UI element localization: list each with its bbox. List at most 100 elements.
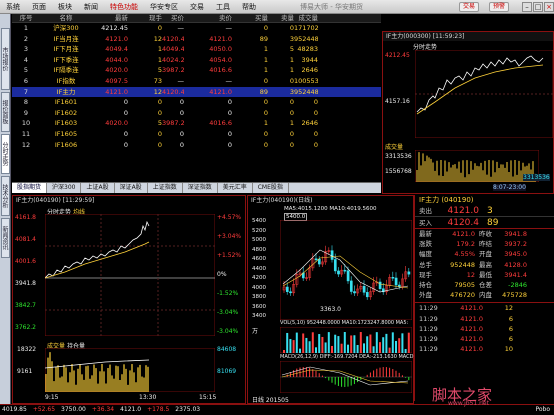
status-item: 4121.0	[120, 406, 142, 413]
kline-price-level: 5400	[252, 218, 266, 224]
tick-time: 11:29	[419, 334, 438, 343]
market-tab-0[interactable]: 股指期货	[12, 183, 48, 193]
table-cell: 2646	[301, 66, 318, 75]
grid-header-8[interactable]: 成交量	[294, 14, 319, 22]
table-cell: 4054.0	[209, 55, 232, 64]
grid-header-5[interactable]: 卖价	[184, 14, 232, 22]
menu-item-2[interactable]: 板块	[52, 0, 78, 14]
table-cell: IF1603	[54, 119, 78, 128]
intraday-pct-level: 0%	[217, 271, 227, 278]
table-row[interactable]: 5 IF隔季连 4020.0 5 3987.2 4016.6 1 1 2646	[12, 65, 381, 76]
table-row[interactable]: 7 IF主力 4121.0 12 4120.4 4121.0 89 3 952448	[12, 86, 381, 98]
close-icon[interactable]: ×	[544, 2, 554, 12]
table-cell: 9	[23, 108, 29, 117]
table-cell: IF指数	[56, 76, 76, 85]
sell-row[interactable]: 卖出 4121.0 3	[415, 205, 554, 217]
mini-chart-title: IF主力(000300) [11:59:23]	[383, 32, 553, 41]
menu-item-6[interactable]: 交易	[184, 0, 210, 14]
table-row[interactable]: 3 IF下月连 4049.4 1 4049.4 4050.0 1 5 48283	[12, 44, 381, 55]
table-row[interactable]: 10 IF1603 4020.0 5 3987.2 4016.6 1 1 2646	[12, 118, 381, 129]
table-row[interactable]: 12 IF1606 0 0 0 0 0 0 0	[12, 140, 381, 151]
market-tab-4[interactable]: 上证指数	[148, 183, 183, 193]
kline-ma-label: MA5:4015.1200 MA10:4019.5600	[284, 206, 377, 212]
left-tab-quote-panel[interactable]: 报价面板	[1, 92, 10, 132]
table-cell: 4121.0	[209, 34, 232, 43]
kline-volume-bar	[334, 334, 337, 353]
table-cell: 4016.6	[209, 119, 232, 128]
quote-grid: 序号 名称 最新 现手 买价 卖价 买量 卖量 成交量 1 沪深300 4212.45 0— —0 0 17…	[12, 14, 381, 182]
table-row[interactable]: 2 IF当月连 4121.0 12 4120.4 4121.0 89 3 952448	[12, 34, 381, 45]
table-cell: 0	[179, 129, 184, 138]
market-tab-2[interactable]: 上证A股	[81, 183, 115, 193]
table-cell: 0	[157, 24, 162, 32]
market-tab-5[interactable]: 深证指数	[183, 183, 218, 193]
minimize-icon[interactable]: –	[522, 2, 532, 12]
menu-item-7[interactable]: 工具	[210, 0, 236, 14]
table-row[interactable]: 4 IF下季连 4044.0 1 4024.2 4054.0 1 1 3944	[12, 55, 381, 66]
table-cell: 5	[157, 119, 162, 128]
grid-header-7[interactable]: 卖量	[268, 14, 294, 22]
kline-volume-bar	[302, 333, 305, 353]
menu-item-8[interactable]: 帮助	[236, 0, 262, 14]
intraday-pct-level: +1.52%	[217, 252, 242, 259]
kline-volume-bar	[398, 338, 401, 353]
table-cell: 4121.0	[105, 87, 128, 96]
tick-row: 11:29 4121.0 6	[415, 334, 554, 344]
table-row[interactable]: 8 IF1601 0 0 0 0 0 0 0	[12, 97, 381, 108]
table-cell: IF1601	[54, 98, 78, 107]
mini-volume-label: 成交量	[385, 144, 404, 151]
left-tab-news[interactable]: 新闻资讯	[1, 218, 10, 258]
maximize-icon[interactable]: □	[533, 2, 543, 12]
grid-header-1[interactable]: 名称	[40, 14, 92, 22]
table-row[interactable]: 11 IF1605 0 0 0 0 0 0 0	[12, 129, 381, 140]
tick-time: 11:29	[419, 304, 438, 313]
menu-item-3[interactable]: 新闻	[78, 0, 104, 14]
grid-header-0[interactable]: 序号	[12, 14, 40, 22]
market-tab-1[interactable]: 沪深300	[47, 183, 82, 193]
quote-stat-value: 3941.4	[504, 270, 527, 279]
status-item: 4019.85	[2, 406, 27, 413]
mini-volume-right-label: 3313536	[523, 174, 550, 181]
table-row[interactable]: 1沪深3004212.450——00171702914	[12, 23, 381, 34]
alert-button[interactable]: 预警	[489, 2, 510, 12]
market-tab-3[interactable]: 深证A股	[115, 183, 148, 193]
table-row[interactable]: 9 IF1602 0 0 0 0 0 0 0	[12, 108, 381, 119]
candle-body	[378, 281, 382, 289]
grid-header-4[interactable]: 买价	[162, 14, 184, 22]
quote-stat-row: 持仓 79505 仓差 -2846	[415, 280, 554, 290]
buy-row[interactable]: 买入 4120.4 89	[415, 217, 554, 229]
grid-header-6[interactable]: 买量	[232, 14, 268, 22]
table-row[interactable]: 6IF指数4097.573——001005537	[12, 76, 381, 87]
tick-price: 4121.0	[460, 304, 483, 313]
intraday-price-level: 3762.2	[15, 324, 36, 331]
intraday-price-level: 4001.6	[15, 258, 36, 265]
table-cell: 4121.0	[105, 34, 128, 43]
menu-item-5[interactable]: 华安专区	[144, 0, 184, 14]
table-cell: 4120.4	[162, 87, 184, 96]
kline-panel: IF主力(040190)(日线) MA5:4015.1200 MA10:4019…	[247, 195, 415, 404]
tick-volume: 6	[508, 324, 513, 333]
candle-body	[314, 258, 318, 261]
trade-button[interactable]: 交易	[459, 2, 480, 12]
kline-price-level: 4200	[252, 275, 266, 281]
candle-body	[317, 258, 321, 265]
menu-item-1[interactable]: 页面	[26, 0, 52, 14]
table-cell: 0	[179, 108, 184, 117]
intraday-pct-level: +4.57%	[217, 214, 242, 221]
quote-stat-value: 3937.2	[504, 240, 527, 249]
left-tab-market-quotes[interactable]: 市场报价	[1, 28, 10, 90]
quote-stat-row: 总手 952448 最高 4128.0	[415, 260, 554, 270]
table-cell: 48283	[297, 45, 318, 54]
quote-stat-label: 总手	[419, 260, 432, 269]
grid-header-2[interactable]: 最新	[92, 14, 128, 22]
market-tab-7[interactable]: CME股指	[253, 183, 289, 193]
grid-header-3[interactable]: 现手	[128, 14, 162, 22]
market-tab-6[interactable]: 美元汇率	[218, 183, 253, 193]
kline-volume-bar	[379, 342, 381, 353]
menu-item-4[interactable]: 特色功能	[104, 0, 144, 14]
left-tab-intraday[interactable]: 分时走势	[1, 134, 10, 174]
tick-time: 11:29	[419, 314, 438, 323]
quote-stat-label: 涨跌	[419, 240, 432, 249]
left-tab-technical[interactable]: 技术分析	[1, 176, 10, 216]
menu-item-0[interactable]: 系统	[0, 0, 26, 14]
